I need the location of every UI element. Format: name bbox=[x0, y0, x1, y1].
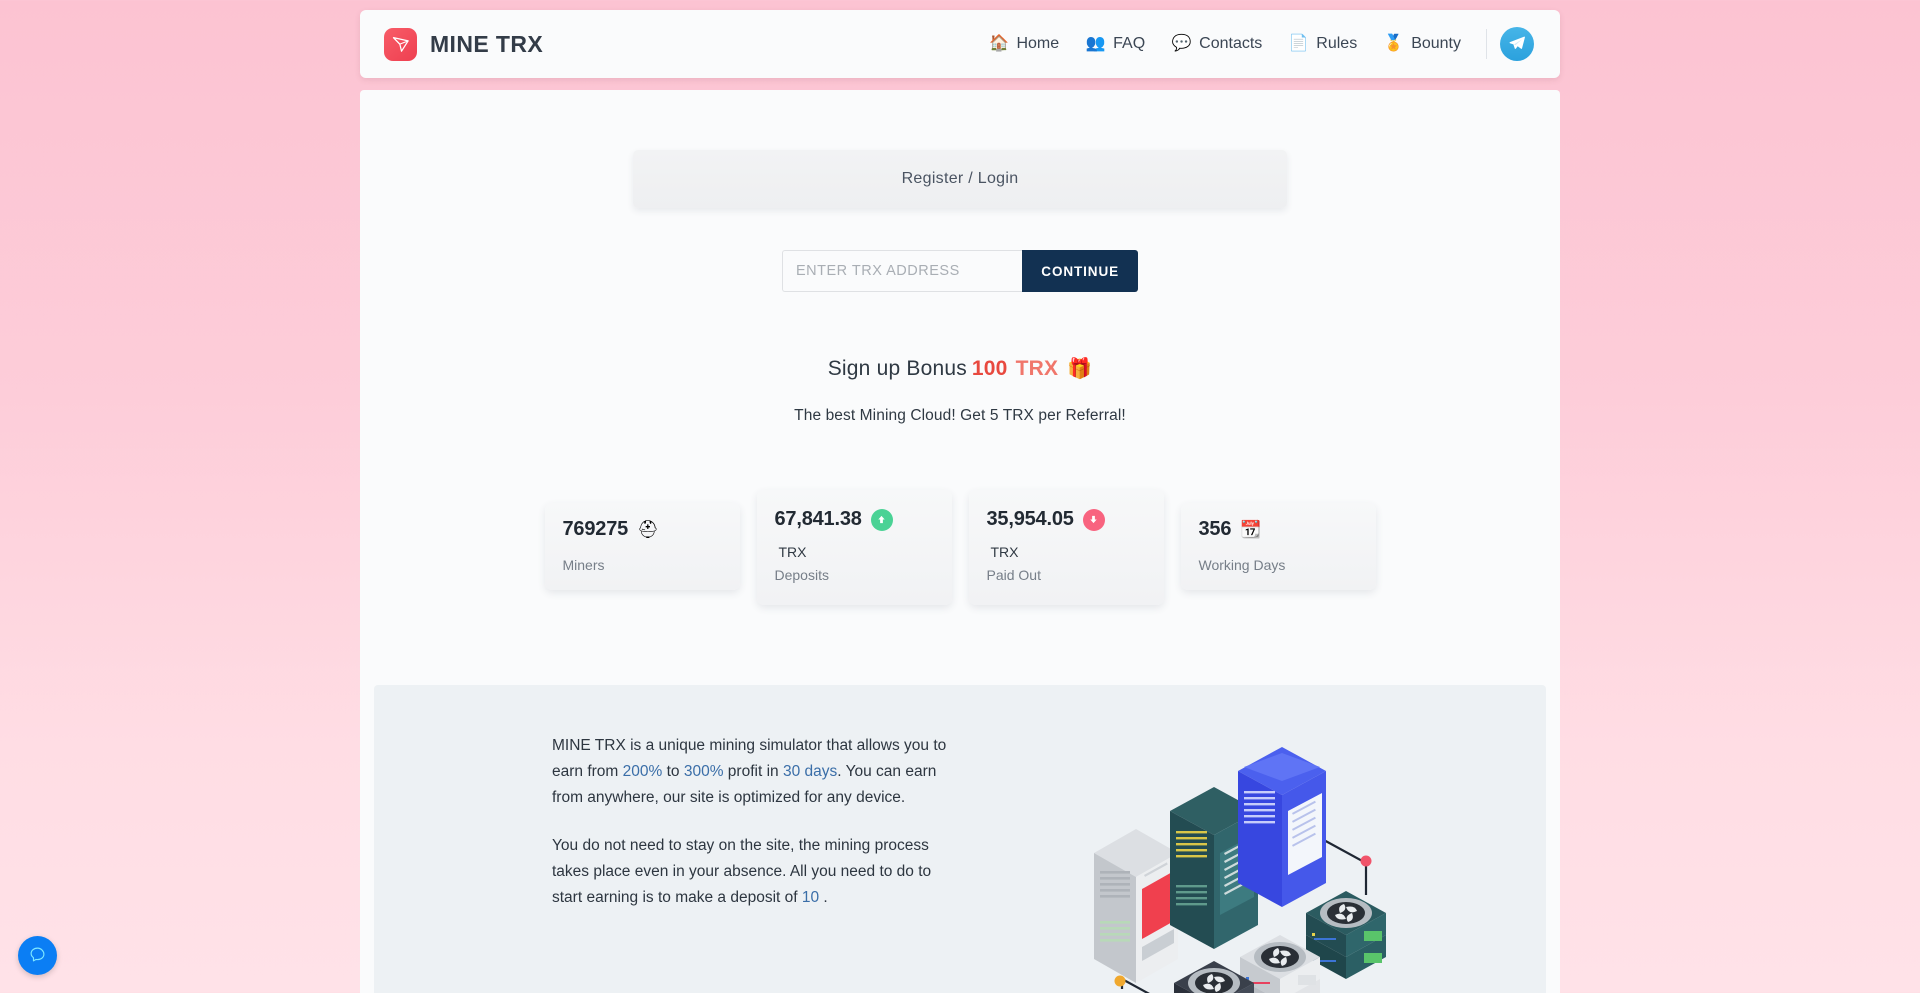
tron-logo-icon bbox=[384, 27, 417, 61]
nav-label-bounty: Bounty bbox=[1411, 35, 1461, 52]
brand-name: MINE TRX bbox=[430, 30, 544, 57]
gift-emoji-icon: 🎁 bbox=[1067, 358, 1093, 380]
house-emoji-icon: 🏠 bbox=[988, 35, 1009, 52]
site-header: MINE TRX 🏠 Home 👥 FAQ 💬 Contacts 📄 Rules… bbox=[360, 10, 1560, 78]
support-chat-button[interactable] bbox=[18, 936, 57, 975]
stat-label-miners: Miners bbox=[562, 557, 605, 573]
nav-item-home[interactable]: 🏠 Home bbox=[975, 28, 1072, 61]
register-login-strip[interactable]: Register / Login bbox=[633, 150, 1287, 208]
speech-balloon-emoji-icon: 💬 bbox=[1171, 35, 1192, 52]
about-p1-part3: profit in bbox=[723, 763, 783, 781]
support-chat-icon bbox=[29, 946, 46, 966]
nav-label-contacts: Contacts bbox=[1199, 35, 1263, 52]
about-text: MINE TRX is a unique mining simulator th… bbox=[552, 733, 952, 911]
people-emoji-icon: 👥 bbox=[1085, 35, 1106, 52]
stat-label-paid-out: Paid Out bbox=[986, 567, 1041, 583]
page-emoji-icon: 📄 bbox=[1288, 35, 1309, 52]
trx-address-form: CONTINUE bbox=[782, 250, 1138, 292]
bonus-prefix: Sign up Bonus bbox=[827, 357, 967, 380]
stat-label-deposits: Deposits bbox=[774, 567, 829, 583]
about-p2-part1: You do not need to stay on the site, the… bbox=[552, 837, 932, 907]
referral-tagline: The best Mining Cloud! Get 5 TRX per Ref… bbox=[794, 407, 1126, 424]
about-p2-highlight-min-deposit: 10 bbox=[801, 889, 820, 907]
stat-value-row: 35,954.05 bbox=[987, 508, 1146, 531]
stat-label-working-days: Working Days bbox=[1198, 557, 1286, 573]
brand-logo-link[interactable]: MINE TRX bbox=[384, 27, 544, 61]
about-p1-highlight-300: 300% bbox=[683, 763, 724, 781]
hard-hat-emoji-icon: ⛑ bbox=[637, 520, 659, 539]
page-container: MINE TRX 🏠 Home 👥 FAQ 💬 Contacts 📄 Rules… bbox=[360, 10, 1560, 993]
stat-card-miners: 769275 ⛑ Miners bbox=[544, 503, 740, 590]
arrow-up-badge-icon bbox=[870, 508, 893, 531]
about-p2-part2: . bbox=[819, 889, 828, 907]
bonus-amount: 100 bbox=[971, 357, 1008, 380]
nav-item-contacts[interactable]: 💬 Contacts bbox=[1158, 28, 1275, 61]
stat-value-working-days: 356 bbox=[1198, 518, 1232, 540]
about-p1-highlight-200: 200% bbox=[622, 763, 663, 781]
stat-value-row: 356 📆 bbox=[1199, 518, 1358, 541]
calendar-emoji-icon: 📆 bbox=[1240, 520, 1262, 539]
about-paragraph-1: MINE TRX is a unique mining simulator th… bbox=[552, 733, 952, 811]
signup-bonus-text: Sign up Bonus 100 TRX 🎁 bbox=[360, 356, 1560, 381]
telegram-button[interactable] bbox=[1500, 27, 1534, 61]
stat-value-paid-out: 35,954.05 bbox=[986, 508, 1074, 530]
nav-divider bbox=[1486, 29, 1487, 59]
about-section: MINE TRX is a unique mining simulator th… bbox=[374, 685, 1546, 993]
trx-address-input[interactable] bbox=[782, 250, 1023, 292]
isometric-server-racks-illustration bbox=[952, 733, 1546, 993]
nav-label-rules: Rules bbox=[1316, 35, 1358, 52]
stat-value-row: 769275 ⛑ bbox=[563, 518, 722, 541]
stat-card-working-days: 356 📆 Working Days bbox=[1180, 503, 1376, 590]
telegram-paper-plane-icon bbox=[1508, 34, 1526, 55]
bonus-currency: TRX bbox=[1015, 357, 1059, 380]
nav-label-faq: FAQ bbox=[1113, 35, 1146, 52]
medal-emoji-icon: 🏅 bbox=[1383, 35, 1404, 52]
nav-item-bounty[interactable]: 🏅 Bounty bbox=[1370, 28, 1474, 61]
continue-button[interactable]: CONTINUE bbox=[1022, 250, 1138, 292]
stat-card-deposits: 67,841.38 TRX Deposits bbox=[756, 490, 952, 605]
nav-item-rules[interactable]: 📄 Rules bbox=[1275, 28, 1370, 61]
statistics-row: 769275 ⛑ Miners 67,841.38 TRX Deposits 3… bbox=[520, 490, 1400, 623]
main-navigation: 🏠 Home 👥 FAQ 💬 Contacts 📄 Rules 🏅 Bounty bbox=[975, 27, 1534, 61]
about-paragraph-2: You do not need to stay on the site, the… bbox=[552, 833, 952, 911]
about-p1-highlight-days: 30 days bbox=[782, 763, 838, 781]
stat-unit-paid-out: TRX bbox=[990, 544, 1019, 560]
stat-value-miners: 769275 bbox=[562, 518, 629, 540]
nav-label-home: Home bbox=[1016, 35, 1060, 52]
about-p1-part2: to bbox=[662, 763, 684, 781]
stat-card-paid-out: 35,954.05 TRX Paid Out bbox=[968, 490, 1164, 605]
main-content-card: Register / Login CONTINUE Sign up Bonus1… bbox=[360, 90, 1560, 993]
stat-value-deposits: 67,841.38 bbox=[774, 508, 862, 530]
nav-item-faq[interactable]: 👥 FAQ bbox=[1072, 28, 1158, 61]
stat-value-row: 67,841.38 bbox=[775, 508, 934, 531]
stat-unit-deposits: TRX bbox=[778, 544, 807, 560]
arrow-down-badge-icon bbox=[1082, 508, 1105, 531]
